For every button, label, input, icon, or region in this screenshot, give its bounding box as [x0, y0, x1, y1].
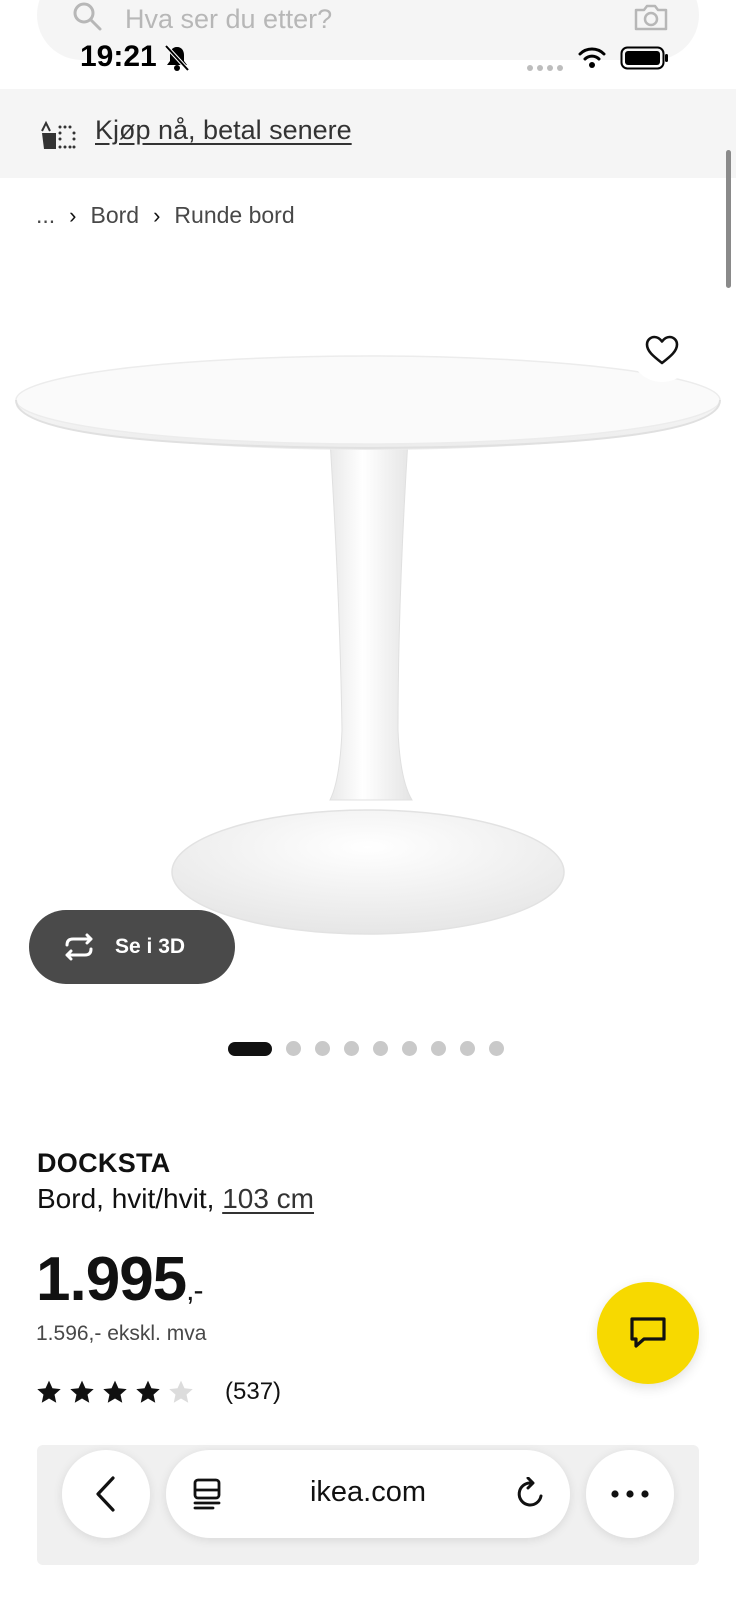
rotate-3d-icon: [65, 933, 93, 961]
url-text[interactable]: ikea.com: [166, 1476, 570, 1509]
star-filled-icon: [70, 1380, 94, 1403]
chevron-right-icon: ›: [69, 202, 77, 228]
product-price: 1.995,-: [36, 1244, 204, 1315]
carousel-dot[interactable]: [460, 1041, 475, 1056]
star-empty-icon: [169, 1380, 193, 1403]
star-filled-icon: [103, 1380, 127, 1403]
product-name: DOCKSTA: [37, 1148, 171, 1178]
product-image[interactable]: [0, 300, 736, 1000]
rating-count[interactable]: (537): [225, 1378, 281, 1406]
carousel-dot[interactable]: [286, 1041, 301, 1056]
heart-icon: [645, 335, 679, 365]
view-3d-button[interactable]: Se i 3D: [29, 910, 235, 984]
scrollbar[interactable]: [726, 150, 731, 288]
breadcrumb-item-runde-bord[interactable]: Runde bord: [174, 202, 294, 229]
price-main: 1.995: [36, 1245, 187, 1314]
chevron-left-icon: [96, 1476, 115, 1512]
product-description: Bord, hvit/hvit, 103 cm: [37, 1183, 314, 1215]
star-filled-icon: [136, 1380, 160, 1403]
product-description-text: Bord, hvit/hvit,: [37, 1183, 215, 1214]
carousel-dot-active[interactable]: [228, 1041, 272, 1056]
breadcrumb: ... › Bord › Runde bord: [36, 202, 295, 229]
carousel-dot[interactable]: [489, 1041, 504, 1056]
search-icon: [73, 2, 102, 31]
signal-dots-icon: [527, 65, 563, 71]
chevron-right-icon: ›: [153, 202, 161, 228]
product-size-link[interactable]: 103 cm: [222, 1183, 314, 1214]
favorite-button[interactable]: [630, 318, 694, 382]
chat-button[interactable]: [597, 1282, 699, 1384]
battery-icon: [620, 46, 668, 70]
address-bar[interactable]: ikea.com: [166, 1450, 570, 1538]
carousel-dot[interactable]: [315, 1041, 330, 1056]
breadcrumb-item-bord[interactable]: Bord: [91, 202, 140, 229]
product-rating[interactable]: (537): [36, 1378, 281, 1406]
carousel-dot[interactable]: [402, 1041, 417, 1056]
pay-later-banner: Kjøp nå, betal senere: [0, 89, 736, 178]
carousel-dot[interactable]: [373, 1041, 388, 1056]
price-suffix: ,-: [186, 1274, 203, 1307]
pay-later-link[interactable]: Kjøp nå, betal senere: [95, 115, 352, 146]
more-options-button[interactable]: [586, 1450, 674, 1538]
ellipsis-icon: [611, 1490, 649, 1498]
carousel-dot[interactable]: [431, 1041, 446, 1056]
search-input[interactable]: Hva ser du etter?: [125, 4, 332, 35]
price-excl-vat: 1.596,- ekskl. mva: [36, 1322, 207, 1345]
back-button[interactable]: [62, 1450, 150, 1538]
wifi-icon: [578, 47, 606, 68]
breadcrumb-ellipsis[interactable]: ...: [36, 202, 55, 229]
star-filled-icon: [37, 1380, 61, 1403]
bell-muted-icon: [164, 44, 190, 72]
camera-icon[interactable]: [633, 2, 669, 32]
status-time: 19:21: [80, 40, 157, 73]
reload-icon[interactable]: [514, 1477, 546, 1511]
shopping-bag-icon: [41, 120, 76, 149]
view-3d-label: Se i 3D: [115, 935, 186, 958]
image-carousel-indicator[interactable]: [228, 1041, 518, 1056]
chat-bubble-icon: [630, 1317, 666, 1348]
carousel-dot[interactable]: [344, 1041, 359, 1056]
